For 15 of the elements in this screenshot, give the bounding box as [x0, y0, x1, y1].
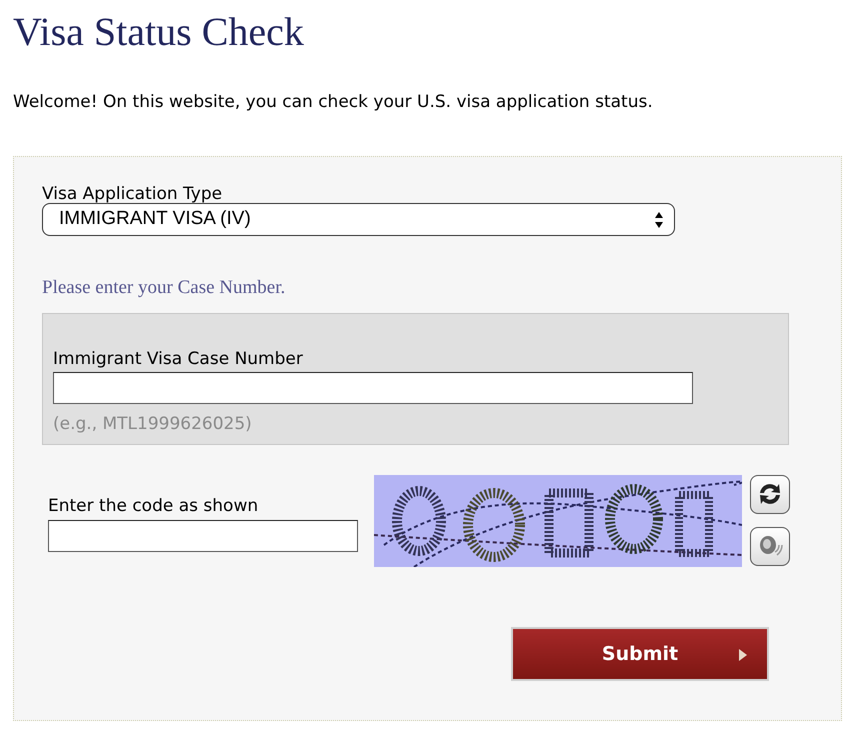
visa-type-select[interactable]: IMMIGRANT VISA (IV)	[42, 203, 675, 236]
audio-button[interactable]	[750, 526, 790, 566]
case-number-field[interactable]	[53, 372, 693, 404]
field-label: Visa Application Type	[42, 184, 224, 204]
submit-button[interactable]: Submit	[511, 626, 769, 681]
arrow-icon	[739, 648, 747, 661]
field-label: Enter the code as shown	[48, 496, 260, 516]
field-label: Immigrant Visa Case Number	[53, 350, 304, 368]
page-title: Visa Status Check	[13, 8, 305, 56]
prompt-text: Please enter your Case Number.	[42, 276, 286, 300]
code-field[interactable]	[48, 520, 358, 552]
select-arrows-icon	[654, 210, 664, 229]
hint-text: (e.g., MTL1999626025)	[53, 413, 253, 436]
intro-text: Welcome! On this website, you can check your U.S. visa application status.	[13, 91, 654, 114]
refresh-button[interactable]	[750, 474, 790, 514]
